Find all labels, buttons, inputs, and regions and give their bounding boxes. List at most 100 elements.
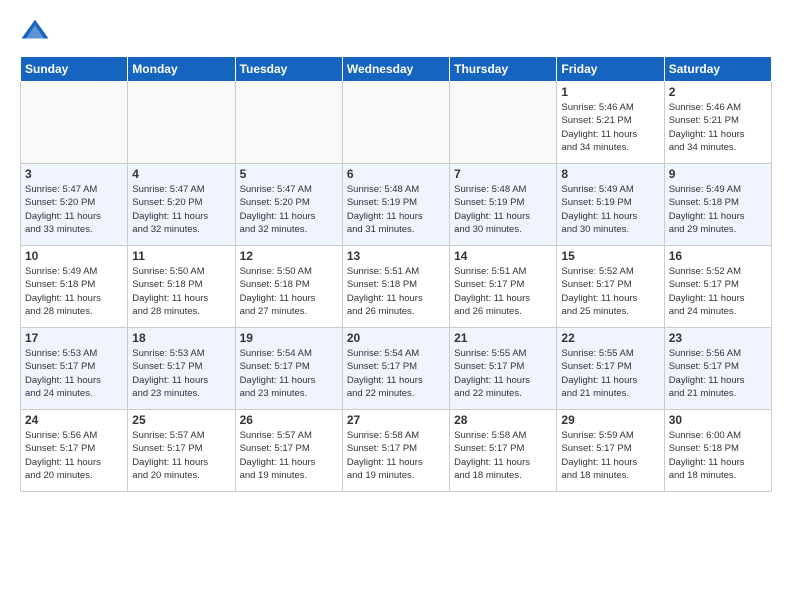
day-number: 14	[454, 249, 552, 263]
calendar-cell: 18 Sunrise: 5:53 AMSunset: 5:17 PMDayligh…	[128, 328, 235, 410]
day-info: Sunrise: 5:57 AMSunset: 5:17 PMDaylight:…	[240, 429, 338, 482]
day-info: Sunrise: 5:54 AMSunset: 5:17 PMDaylight:…	[240, 347, 338, 400]
calendar-cell: 1 Sunrise: 5:46 AMSunset: 5:21 PMDaylight…	[557, 82, 664, 164]
day-info: Sunrise: 5:52 AMSunset: 5:17 PMDaylight:…	[561, 265, 659, 318]
day-info: Sunrise: 5:48 AMSunset: 5:19 PMDaylight:…	[454, 183, 552, 236]
logo	[20, 16, 54, 46]
day-number: 12	[240, 249, 338, 263]
day-number: 2	[669, 85, 767, 99]
calendar-cell: 20 Sunrise: 5:54 AMSunset: 5:17 PMDayligh…	[342, 328, 449, 410]
calendar-cell: 9Sunrise: 5:49 AMSunset: 5:18 PMDaylight…	[664, 164, 771, 246]
calendar-cell	[21, 82, 128, 164]
day-info: Sunrise: 5:49 AMSunset: 5:18 PMDaylight:…	[25, 265, 123, 318]
day-info: Sunrise: 5:57 AMSunset: 5:17 PMDaylight:…	[132, 429, 230, 482]
day-number: 20	[347, 331, 445, 345]
day-number: 19	[240, 331, 338, 345]
day-info: Sunrise: 5:54 AMSunset: 5:17 PMDaylight:…	[347, 347, 445, 400]
day-info: Sunrise: 5:48 AMSunset: 5:19 PMDaylight:…	[347, 183, 445, 236]
day-number: 26	[240, 413, 338, 427]
calendar-cell	[342, 82, 449, 164]
week-row-2: 3 Sunrise: 5:47 AMSunset: 5:20 PMDaylight…	[21, 164, 772, 246]
calendar-cell: 7 Sunrise: 5:48 AMSunset: 5:19 PMDaylight…	[450, 164, 557, 246]
week-row-4: 17 Sunrise: 5:53 AMSunset: 5:17 PMDayligh…	[21, 328, 772, 410]
calendar-cell: 14 Sunrise: 5:51 AMSunset: 5:17 PMDayligh…	[450, 246, 557, 328]
day-number: 11	[132, 249, 230, 263]
day-number: 7	[454, 167, 552, 181]
day-number: 21	[454, 331, 552, 345]
calendar-cell: 3 Sunrise: 5:47 AMSunset: 5:20 PMDaylight…	[21, 164, 128, 246]
calendar-cell: 11 Sunrise: 5:50 AMSunset: 5:18 PMDayligh…	[128, 246, 235, 328]
day-number: 27	[347, 413, 445, 427]
calendar-cell: 29 Sunrise: 5:59 AMSunset: 5:17 PMDayligh…	[557, 410, 664, 492]
day-info: Sunrise: 5:49 AMSunset: 5:19 PMDaylight:…	[561, 183, 659, 236]
calendar-cell: 8Sunrise: 5:49 AMSunset: 5:19 PMDaylight…	[557, 164, 664, 246]
day-info: Sunrise: 5:52 AMSunset: 5:17 PMDaylight:…	[669, 265, 767, 318]
day-info: Sunrise: 5:47 AMSunset: 5:20 PMDaylight:…	[132, 183, 230, 236]
calendar-cell: 22 Sunrise: 5:55 AMSunset: 5:17 PMDayligh…	[557, 328, 664, 410]
weekday-header: SundayMondayTuesdayWednesdayThursdayFrid…	[21, 57, 772, 82]
day-number: 25	[132, 413, 230, 427]
day-info: Sunrise: 5:47 AMSunset: 5:20 PMDaylight:…	[240, 183, 338, 236]
weekday-sunday: Sunday	[21, 57, 128, 82]
day-number: 3	[25, 167, 123, 181]
day-number: 22	[561, 331, 659, 345]
day-number: 18	[132, 331, 230, 345]
day-number: 23	[669, 331, 767, 345]
calendar-cell: 10Sunrise: 5:49 AMSunset: 5:18 PMDayligh…	[21, 246, 128, 328]
day-info: Sunrise: 5:46 AMSunset: 5:21 PMDaylight:…	[561, 101, 659, 154]
day-info: Sunrise: 5:56 AMSunset: 5:17 PMDaylight:…	[669, 347, 767, 400]
weekday-monday: Monday	[128, 57, 235, 82]
calendar-cell	[450, 82, 557, 164]
calendar-body: 1 Sunrise: 5:46 AMSunset: 5:21 PMDaylight…	[21, 82, 772, 492]
day-number: 17	[25, 331, 123, 345]
day-info: Sunrise: 6:00 AMSunset: 5:18 PMDaylight:…	[669, 429, 767, 482]
calendar-cell: 15 Sunrise: 5:52 AMSunset: 5:17 PMDayligh…	[557, 246, 664, 328]
calendar-cell: 2 Sunrise: 5:46 AMSunset: 5:21 PMDaylight…	[664, 82, 771, 164]
day-number: 15	[561, 249, 659, 263]
weekday-saturday: Saturday	[664, 57, 771, 82]
calendar-cell: 13 Sunrise: 5:51 AMSunset: 5:18 PMDayligh…	[342, 246, 449, 328]
calendar-cell: 26 Sunrise: 5:57 AMSunset: 5:17 PMDayligh…	[235, 410, 342, 492]
calendar-cell: 4 Sunrise: 5:47 AMSunset: 5:20 PMDaylight…	[128, 164, 235, 246]
day-info: Sunrise: 5:51 AMSunset: 5:18 PMDaylight:…	[347, 265, 445, 318]
header	[20, 16, 772, 46]
day-info: Sunrise: 5:53 AMSunset: 5:17 PMDaylight:…	[25, 347, 123, 400]
day-number: 28	[454, 413, 552, 427]
day-info: Sunrise: 5:51 AMSunset: 5:17 PMDaylight:…	[454, 265, 552, 318]
week-row-5: 24Sunrise: 5:56 AMSunset: 5:17 PMDayligh…	[21, 410, 772, 492]
day-number: 24	[25, 413, 123, 427]
day-info: Sunrise: 5:50 AMSunset: 5:18 PMDaylight:…	[132, 265, 230, 318]
calendar-cell: 27 Sunrise: 5:58 AMSunset: 5:17 PMDayligh…	[342, 410, 449, 492]
calendar-cell: 30Sunrise: 6:00 AMSunset: 5:18 PMDayligh…	[664, 410, 771, 492]
page: SundayMondayTuesdayWednesdayThursdayFrid…	[0, 0, 792, 502]
day-info: Sunrise: 5:50 AMSunset: 5:18 PMDaylight:…	[240, 265, 338, 318]
calendar-cell: 5 Sunrise: 5:47 AMSunset: 5:20 PMDaylight…	[235, 164, 342, 246]
day-number: 5	[240, 167, 338, 181]
day-info: Sunrise: 5:55 AMSunset: 5:17 PMDaylight:…	[561, 347, 659, 400]
day-info: Sunrise: 5:59 AMSunset: 5:17 PMDaylight:…	[561, 429, 659, 482]
calendar-cell: 24Sunrise: 5:56 AMSunset: 5:17 PMDayligh…	[21, 410, 128, 492]
weekday-thursday: Thursday	[450, 57, 557, 82]
day-info: Sunrise: 5:47 AMSunset: 5:20 PMDaylight:…	[25, 183, 123, 236]
day-number: 29	[561, 413, 659, 427]
calendar-cell: 25 Sunrise: 5:57 AMSunset: 5:17 PMDayligh…	[128, 410, 235, 492]
day-number: 13	[347, 249, 445, 263]
calendar-cell	[235, 82, 342, 164]
calendar-cell: 17 Sunrise: 5:53 AMSunset: 5:17 PMDayligh…	[21, 328, 128, 410]
day-info: Sunrise: 5:46 AMSunset: 5:21 PMDaylight:…	[669, 101, 767, 154]
day-number: 16	[669, 249, 767, 263]
day-info: Sunrise: 5:55 AMSunset: 5:17 PMDaylight:…	[454, 347, 552, 400]
day-number: 1	[561, 85, 659, 99]
day-info: Sunrise: 5:53 AMSunset: 5:17 PMDaylight:…	[132, 347, 230, 400]
calendar: SundayMondayTuesdayWednesdayThursdayFrid…	[20, 56, 772, 492]
day-info: Sunrise: 5:58 AMSunset: 5:17 PMDaylight:…	[347, 429, 445, 482]
day-info: Sunrise: 5:58 AMSunset: 5:17 PMDaylight:…	[454, 429, 552, 482]
day-number: 9	[669, 167, 767, 181]
logo-icon	[20, 16, 50, 46]
day-number: 4	[132, 167, 230, 181]
calendar-cell: 28 Sunrise: 5:58 AMSunset: 5:17 PMDayligh…	[450, 410, 557, 492]
day-number: 6	[347, 167, 445, 181]
calendar-cell: 23 Sunrise: 5:56 AMSunset: 5:17 PMDayligh…	[664, 328, 771, 410]
weekday-friday: Friday	[557, 57, 664, 82]
calendar-cell: 6 Sunrise: 5:48 AMSunset: 5:19 PMDaylight…	[342, 164, 449, 246]
